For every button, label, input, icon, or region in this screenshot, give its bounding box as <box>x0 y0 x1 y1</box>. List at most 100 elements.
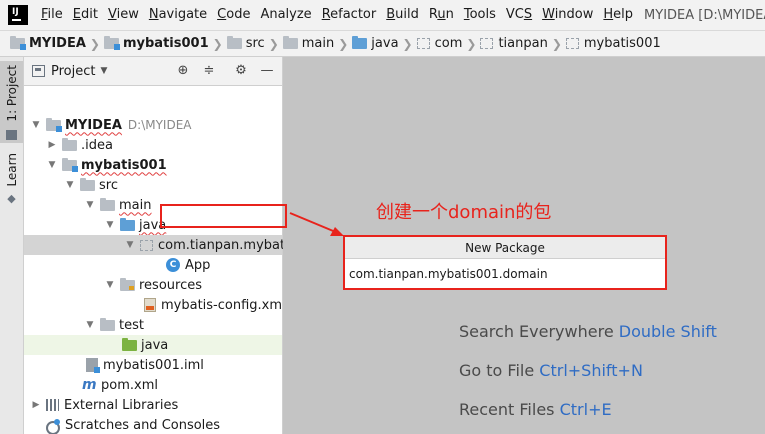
tree-item-iml[interactable]: mybatis001.iml <box>24 355 282 375</box>
chevron-down-icon[interactable]: ▼ <box>124 240 136 250</box>
menu-bar: File Edit View Navigate Code Analyze Ref… <box>0 0 765 30</box>
chevron-right-icon: ❯ <box>89 36 100 51</box>
folder-icon <box>62 137 77 151</box>
folder-icon <box>100 317 115 331</box>
module-folder-icon <box>62 157 78 172</box>
tree-item-test[interactable]: ▼ test <box>24 315 282 335</box>
chevron-right-icon[interactable]: ▶ <box>30 400 42 410</box>
breadcrumb-item-mybatis001[interactable]: mybatis001 <box>103 36 209 51</box>
hint-recent-files: Recent Files Ctrl+E <box>459 400 612 419</box>
annotation-arrow-icon <box>289 212 344 236</box>
new-package-dialog: New Package <box>343 235 667 290</box>
module-folder-icon <box>46 117 62 132</box>
breadcrumb-item-main[interactable]: main <box>282 36 334 51</box>
chevron-right-icon: ❯ <box>402 36 413 51</box>
gear-icon[interactable]: ⚙ <box>233 63 249 79</box>
annotation-text: 创建一个domain的包 <box>376 202 552 223</box>
breadcrumb-item-src[interactable]: src <box>226 36 265 51</box>
tree-item-package[interactable]: ▼ com.tianpan.mybatis <box>24 235 295 255</box>
package-icon <box>480 38 494 49</box>
tree-item-app[interactable]: C App <box>24 255 282 275</box>
menu-code[interactable]: Code <box>212 0 255 30</box>
menu-build[interactable]: Build <box>381 0 424 30</box>
tree-item-mybatis001[interactable]: ▼ mybatis001 <box>24 155 282 175</box>
chevron-right-icon[interactable]: ▶ <box>46 140 58 150</box>
java-class-icon: C <box>166 258 180 272</box>
chevron-down-icon[interactable]: ▼ <box>46 160 58 170</box>
menu-navigate[interactable]: Navigate <box>144 0 212 30</box>
scratches-icon <box>46 418 60 434</box>
intellij-logo-icon <box>8 5 28 25</box>
breadcrumb-item-java[interactable]: java <box>352 36 399 51</box>
hint-search-everywhere: Search Everywhere Double Shift <box>459 322 717 341</box>
crosshair-icon[interactable]: ⊕ <box>175 63 191 79</box>
tree-item-resources[interactable]: ▼ resources <box>24 275 282 295</box>
folder-icon <box>226 36 242 49</box>
graduation-cap-icon: ◆ <box>7 191 16 205</box>
module-folder-icon <box>10 36 26 50</box>
chevron-down-icon[interactable]: ▼ <box>104 220 116 230</box>
maven-icon: m <box>82 377 97 393</box>
project-panel: Project ▼ ⊕ ≑ ⚙ — ▼ MYIDEA D:\MYIDEA ▶ .… <box>24 57 295 434</box>
chevron-down-icon[interactable]: ▼ <box>84 200 96 210</box>
minimize-icon[interactable]: — <box>259 63 275 79</box>
folder-icon <box>282 36 298 49</box>
tree-item-idea[interactable]: ▶ .idea <box>24 135 282 155</box>
breadcrumb-item-myidea[interactable]: MYIDEA <box>10 36 86 51</box>
panel-title[interactable]: Project <box>51 64 95 79</box>
menu-help[interactable]: Help <box>598 0 638 30</box>
tree-item-myidea[interactable]: ▼ MYIDEA D:\MYIDEA <box>24 115 282 135</box>
dialog-title: New Package <box>345 237 665 259</box>
project-view-icon <box>32 65 45 77</box>
menu-edit[interactable]: Edit <box>68 0 103 30</box>
chevron-down-icon[interactable]: ▼ <box>64 180 76 190</box>
left-tool-stripe: 1: Project Learn ◆ <box>0 57 24 434</box>
tree-item-src[interactable]: ▼ src <box>24 175 282 195</box>
menu-analyze[interactable]: Analyze <box>255 0 316 30</box>
source-folder-icon <box>120 217 135 231</box>
module-file-icon <box>86 358 100 373</box>
chevron-right-icon: ❯ <box>212 36 223 51</box>
package-icon <box>416 38 430 49</box>
annotation-highlight-box <box>160 204 287 228</box>
menu-vcs[interactable]: VCS <box>501 0 537 30</box>
tree-item-test-java[interactable]: java <box>24 335 282 355</box>
xml-file-icon <box>144 298 156 312</box>
breadcrumb: MYIDEA ❯ mybatis001 ❯ src ❯ main ❯ java … <box>0 30 765 57</box>
menu-file[interactable]: File <box>36 0 68 30</box>
panel-header: Project ▼ ⊕ ≑ ⚙ — <box>24 57 282 86</box>
menu-view[interactable]: View <box>103 0 144 30</box>
folder-icon <box>80 177 95 191</box>
chevron-down-icon[interactable]: ▼ <box>100 66 107 76</box>
chevron-down-icon[interactable]: ▼ <box>30 120 42 130</box>
chevron-right-icon: ❯ <box>551 36 562 51</box>
tree-item-config[interactable]: mybatis-config.xml <box>24 295 286 315</box>
folder-icon <box>100 197 115 211</box>
library-icon <box>46 399 59 411</box>
package-icon <box>565 38 579 49</box>
window-title: MYIDEA [D:\MYIDEA] - In <box>644 7 765 23</box>
tree-item-pom[interactable]: m pom.xml <box>24 375 282 395</box>
tab-learn[interactable]: Learn ◆ <box>0 149 23 211</box>
tab-project[interactable]: 1: Project <box>0 61 23 143</box>
source-folder-icon <box>352 36 368 49</box>
breadcrumb-item-mybatis001-package[interactable]: mybatis001 <box>565 36 661 51</box>
folder-icon <box>6 129 17 140</box>
breadcrumb-item-com[interactable]: com <box>416 36 462 51</box>
menu-refactor[interactable]: Refactor <box>317 0 382 30</box>
chevron-right-icon: ❯ <box>268 36 279 51</box>
package-name-input[interactable] <box>345 259 665 288</box>
chevron-right-icon: ❯ <box>466 36 477 51</box>
chevron-down-icon[interactable]: ▼ <box>84 320 96 330</box>
chevron-down-icon[interactable]: ▼ <box>104 280 116 290</box>
collapse-all-icon[interactable]: ≑ <box>201 63 217 79</box>
tree-item-external-libraries[interactable]: ▶ External Libraries <box>24 395 282 415</box>
resources-folder-icon <box>120 277 135 291</box>
breadcrumb-item-tianpan[interactable]: tianpan <box>480 36 548 51</box>
tree-item-scratches[interactable]: Scratches and Consoles <box>24 415 282 434</box>
menu-window[interactable]: Window <box>537 0 598 30</box>
menu-run[interactable]: Run <box>424 0 459 30</box>
hint-go-to-file: Go to File Ctrl+Shift+N <box>459 361 643 380</box>
test-folder-icon <box>122 337 137 351</box>
menu-tools[interactable]: Tools <box>459 0 501 30</box>
